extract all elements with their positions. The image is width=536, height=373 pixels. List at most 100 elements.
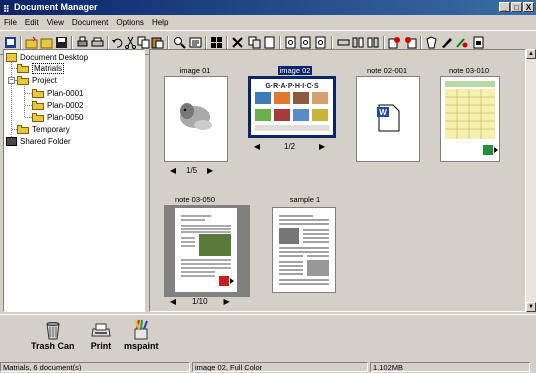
status-folder: Matrials, 6 document(s) <box>0 362 190 372</box>
tree-item-label: Project <box>32 76 57 85</box>
menu-edit[interactable]: Edit <box>21 16 43 29</box>
folder-icon <box>32 101 44 110</box>
page-next-icon[interactable] <box>299 36 312 49</box>
new-folder-icon[interactable] <box>25 36 38 49</box>
page-counter: 1/2 <box>284 142 296 151</box>
desktop-icon[interactable] <box>4 36 17 49</box>
undo-icon[interactable] <box>111 36 124 49</box>
printer-icon <box>91 323 111 337</box>
shared-folder-icon <box>6 137 17 146</box>
tree-item-desktop[interactable]: Document Desktop <box>6 52 88 63</box>
page-prev-icon[interactable] <box>284 36 297 49</box>
save-icon[interactable] <box>55 36 68 49</box>
menu-file[interactable]: File <box>0 16 21 29</box>
document-thumbnail-sample-1[interactable] <box>272 207 336 293</box>
merge-icon[interactable] <box>263 36 276 49</box>
tree-item-matrials[interactable]: Matrials <box>17 63 65 74</box>
close-button[interactable]: X <box>523 2 534 12</box>
maximize-button[interactable]: □ <box>511 2 522 12</box>
tree-item-project[interactable]: Project <box>17 75 57 86</box>
copy-icon[interactable] <box>137 36 150 49</box>
document-name: image 02 <box>276 66 314 75</box>
tree-item-shared-folder[interactable]: Shared Folder <box>6 136 71 147</box>
prev-page-arrow[interactable]: ◀ <box>168 297 178 306</box>
next-page-arrow[interactable]: ▶ <box>222 297 232 306</box>
tree-item-label: Plan-0050 <box>47 113 84 122</box>
document-area: image 01 ◀ 1/5 ▶ image 02 G·R·A·P·H·I·C·… <box>149 49 526 312</box>
title-bar: ⠿ Document Manager _ □ X <box>0 0 536 15</box>
tool-label: mspaint <box>124 341 159 351</box>
document-thumbnail-image-02[interactable]: G·R·A·P·H·I·C·S <box>248 76 336 138</box>
menu-document[interactable]: Document <box>68 16 112 29</box>
print-button[interactable]: Print <box>90 319 112 351</box>
document-thumbnail-note-02-001[interactable]: W <box>356 76 420 162</box>
menu-options[interactable]: Options <box>112 16 148 29</box>
next-page-arrow[interactable]: ▶ <box>205 166 215 175</box>
vertical-scrollbar[interactable]: ▲ ▼ <box>526 49 536 312</box>
spreadsheet-preview <box>441 77 499 161</box>
scroll-up-button[interactable]: ▲ <box>526 49 536 59</box>
stamp-icon[interactable] <box>425 36 438 49</box>
page-navigator: ◀ 1/10 ▶ <box>168 297 232 306</box>
folder-icon <box>32 89 44 98</box>
cut-icon[interactable] <box>124 36 137 49</box>
status-selection: image 02, Full Color <box>192 362 368 372</box>
tree-item-plan-0001[interactable]: Plan-0001 <box>32 88 83 99</box>
menu-view[interactable]: View <box>43 16 68 29</box>
article-preview <box>175 208 237 292</box>
document-thumbnail-note-03-050[interactable] <box>174 207 238 293</box>
paste-icon[interactable] <box>151 36 164 49</box>
tree-item-label: Document Desktop <box>20 53 89 62</box>
pen-icon[interactable] <box>440 36 453 49</box>
open-folder-icon[interactable] <box>40 36 53 49</box>
paint-icon <box>134 319 149 340</box>
collapse-toggle[interactable]: − <box>8 77 15 84</box>
thumbnail-view-icon[interactable] <box>210 36 223 49</box>
document-name: note 03-010 <box>448 66 490 75</box>
delete-icon[interactable] <box>231 36 244 49</box>
stack-icon[interactable] <box>337 36 350 49</box>
folder-icon <box>17 125 29 134</box>
window-title: Document Manager <box>14 2 98 12</box>
tree-item-label: Shared Folder <box>20 137 71 146</box>
page-navigator: ◀ 1/5 ▶ <box>168 166 215 175</box>
unstack-icon[interactable] <box>352 36 365 49</box>
split-icon[interactable] <box>367 36 380 49</box>
annotate-icon[interactable] <box>455 36 468 49</box>
next-page-arrow[interactable]: ▶ <box>317 142 327 151</box>
trash-can-button[interactable]: Trash Can <box>31 319 75 351</box>
prev-page-arrow[interactable]: ◀ <box>168 166 178 175</box>
page-last-icon[interactable] <box>314 36 327 49</box>
print-icon[interactable] <box>91 36 104 49</box>
tool-tray: Trash Can Print mspaint <box>0 314 536 363</box>
menu-bar: File Edit View Document Options Help <box>0 16 536 29</box>
rotate-right-icon[interactable] <box>404 36 417 49</box>
document-name: sample 1 <box>289 195 321 204</box>
zoom-icon[interactable] <box>173 36 186 49</box>
status-bar: Matrials, 6 document(s) image 02, Full C… <box>0 362 536 373</box>
folder-open-icon <box>17 76 29 85</box>
tree-item-temporary[interactable]: Temporary <box>17 124 70 135</box>
tree-item-plan-0002[interactable]: Plan-0002 <box>32 100 83 111</box>
puppy-photo <box>165 77 227 161</box>
minimize-button[interactable]: _ <box>499 2 510 12</box>
view-icon[interactable] <box>189 36 202 49</box>
properties-icon[interactable] <box>472 36 485 49</box>
page-counter: 1/5 <box>186 166 198 175</box>
tree-item-label: Temporary <box>32 125 70 134</box>
scroll-down-button[interactable]: ▼ <box>526 302 536 312</box>
document-name: note 03-050 <box>174 195 216 204</box>
print-preview-icon[interactable] <box>76 36 89 49</box>
graphics-page-preview: G·R·A·P·H·I·C·S <box>251 79 333 135</box>
folder-open-icon <box>17 64 29 73</box>
prev-page-arrow[interactable]: ◀ <box>252 142 262 151</box>
duplicate-icon[interactable] <box>248 36 261 49</box>
sample-page-preview <box>273 208 335 292</box>
rotate-left-icon[interactable] <box>388 36 401 49</box>
document-thumbnail-note-03-010[interactable] <box>440 76 500 162</box>
menu-help[interactable]: Help <box>148 16 172 29</box>
document-thumbnail-image-01[interactable] <box>164 76 228 162</box>
tree-item-plan-0050[interactable]: Plan-0050 <box>32 112 83 123</box>
tool-label: Print <box>90 341 112 351</box>
mspaint-button[interactable]: mspaint <box>124 319 159 351</box>
